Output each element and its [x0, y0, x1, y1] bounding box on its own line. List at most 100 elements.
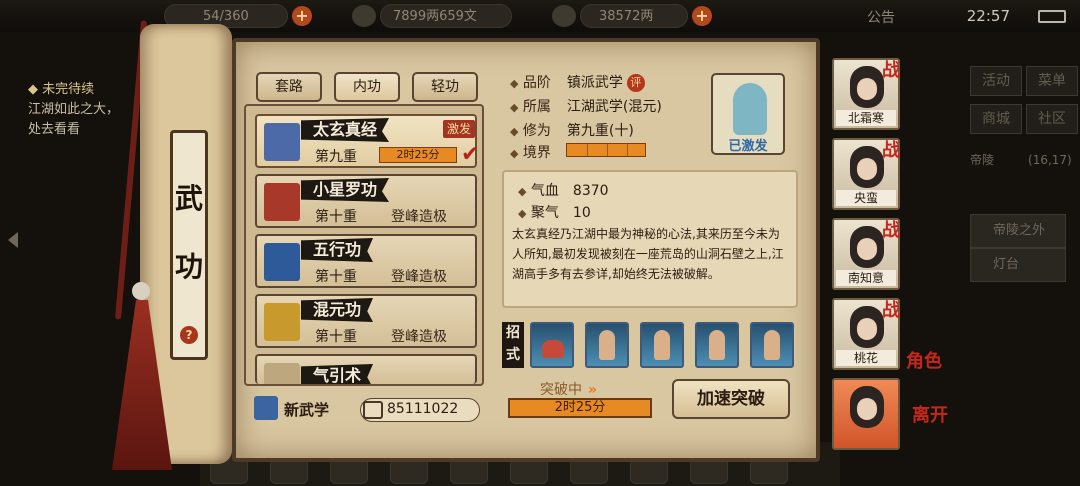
skill-book-icon [264, 303, 300, 341]
moves-label: 招式 [502, 322, 524, 368]
character-avatar [850, 386, 884, 428]
new-skill-label: 新武学 [284, 401, 330, 419]
belong-row: ◆ 所属 江湖武学(混元) [510, 96, 662, 116]
rate-button[interactable]: 评 [626, 74, 645, 92]
move-icon-2[interactable] [585, 322, 629, 368]
grade-row: ◆ 品阶 镇派武学评 [510, 72, 645, 92]
skill-item-wuxing[interactable]: 五行功 第十重 登峰造极 [255, 234, 477, 288]
breakthrough-progress-bar: 2时25分 [508, 398, 652, 418]
silver-icon [352, 5, 376, 27]
character-card-2[interactable]: 央蛮 战 [832, 138, 900, 210]
hp-label: 气血 [530, 183, 559, 199]
belong-label: 所属 [522, 99, 551, 115]
gold-icon [552, 5, 576, 27]
role-button[interactable]: 角色 [906, 352, 946, 372]
new-skill-icon [254, 396, 278, 420]
menu-activity[interactable]: 活动 [970, 66, 1022, 96]
open-book-icon [363, 401, 383, 419]
character-card-1[interactable]: 北霜寒 战 [832, 58, 900, 130]
skill-book-icon [264, 243, 300, 281]
scroll-title-plate: 武 功 ? [170, 130, 208, 360]
skill-level: 第十重 [315, 269, 357, 285]
skill-portrait: 已激发 [711, 73, 785, 155]
skill-name: 五行功 [301, 238, 374, 262]
battle-mark: 战 [882, 60, 900, 81]
skill-level: 第十重 [315, 329, 357, 345]
move-icon-5[interactable] [750, 322, 794, 368]
gold-display: 38572两 [580, 4, 688, 28]
skill-item-hunyuan[interactable]: 混元功 第十重 登峰造极 [255, 294, 477, 348]
scroll-title-char-2: 功 [174, 250, 203, 283]
qi-label: 聚气 [530, 205, 559, 221]
skill-scroll-icon [264, 123, 300, 161]
move-icon-4[interactable] [695, 322, 739, 368]
character-card-player[interactable] [832, 378, 900, 450]
notice-button[interactable]: 公告 [867, 7, 895, 27]
add-gold-button[interactable]: + [692, 6, 712, 26]
battle-mark: 战 [882, 140, 900, 161]
belong-value: 江湖武学(混元) [566, 99, 662, 115]
activated-label: 已激发 [728, 139, 768, 154]
stamina-value: 54/360 [203, 9, 249, 24]
move-icon-1[interactable] [530, 322, 574, 368]
collapse-arrow-icon[interactable] [8, 232, 18, 248]
cultivation-label: 修为 [522, 123, 551, 139]
check-icon: ✔ [461, 142, 480, 167]
skill-status: 登峰造极 [391, 209, 447, 225]
qi-value: 10 [572, 205, 591, 221]
tab-inner-skill[interactable]: 内功 [334, 72, 400, 102]
move-icon-3[interactable] [640, 322, 684, 368]
tab-routines[interactable]: 套路 [256, 72, 322, 102]
hp-row: ◆ 气血 8370 [518, 180, 609, 200]
add-stamina-button[interactable]: + [292, 6, 312, 26]
realm-label: 境界 [522, 145, 551, 161]
character-name: 北霜寒 [836, 110, 896, 126]
lamp-button[interactable]: 灯台 [970, 248, 1066, 282]
right-menu: 活动 菜单 商城 社区 帝陵 (16,17) 帝陵之外 灯台 [962, 62, 1080, 362]
double-chevron-icon: » [588, 382, 598, 398]
help-button[interactable]: ? [180, 326, 198, 344]
skill-points-value: 85111022 [387, 401, 459, 417]
clock: 22:57 [966, 7, 1010, 25]
battle-mark: 战 [882, 300, 900, 321]
menu-shop[interactable]: 商城 [970, 104, 1022, 134]
skill-description: 太玄真经乃江湖中最为神秘的心法,其来历至今未为人所知,最初发现被刻在一座荒岛的山… [512, 227, 784, 281]
menu-community[interactable]: 社区 [1026, 104, 1078, 134]
tab-lightness[interactable]: 轻功 [412, 72, 478, 102]
realm-progress-bar [566, 143, 646, 157]
skill-level: 第九重 [315, 149, 357, 165]
character-card-3[interactable]: 南知意 战 [832, 218, 900, 290]
skill-status: 登峰造极 [391, 269, 447, 285]
cultivation-value: 第九重(十) [566, 123, 634, 139]
location-coords: (16,17) [1028, 153, 1072, 167]
skill-item-qiyin[interactable]: 气引术 [255, 354, 477, 384]
exit-location-button[interactable]: 帝陵之外 [970, 214, 1066, 248]
menu-main[interactable]: 菜单 [1026, 66, 1078, 96]
accelerate-breakthrough-button[interactable]: 加速突破 [672, 379, 790, 419]
meditating-figure-icon [733, 83, 767, 135]
breakthrough-status: 突破中 » [540, 379, 597, 399]
skill-scroll-icon [264, 363, 300, 384]
tassel-bead [132, 282, 150, 300]
grade-value: 镇派武学 [566, 75, 623, 91]
skill-book-icon [264, 183, 300, 221]
silver-value: 7899两659文 [393, 9, 477, 24]
skill-progress-bar: 2时25分 [379, 147, 457, 163]
qi-row: ◆ 聚气 10 [518, 202, 591, 222]
character-card-4[interactable]: 桃花 战 [832, 298, 900, 370]
location-name: 帝陵 [970, 153, 995, 167]
leave-button[interactable]: 离开 [912, 406, 952, 426]
skill-item-taixuan[interactable]: 太玄真经 激发 第九重 2时25分 ✔ [255, 114, 480, 168]
character-name: 南知意 [836, 270, 896, 286]
silver-display: 7899两659文 [380, 4, 512, 28]
gold-value: 38572两 [599, 9, 654, 24]
character-avatar [850, 306, 884, 348]
skill-name: 小星罗功 [301, 178, 390, 202]
scroll-title-char-1: 武 [174, 182, 203, 215]
character-name: 桃花 [836, 350, 896, 366]
skill-item-xiaoxing[interactable]: 小星罗功 第十重 登峰造极 [255, 174, 477, 228]
hp-value: 8370 [572, 183, 609, 199]
realm-row: ◆ 境界 [510, 142, 567, 162]
skill-status: 登峰造极 [391, 329, 447, 345]
skill-name: 太玄真经 [301, 118, 390, 142]
